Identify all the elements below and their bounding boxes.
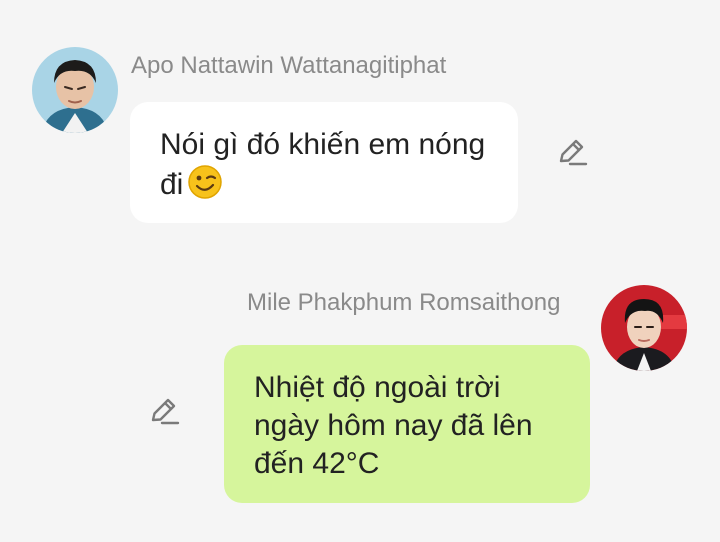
winking-face-emoji: [187, 164, 223, 200]
message-text-outgoing: Nhiệt độ ngoài trời ngày hôm nay đã lên …: [254, 371, 533, 480]
avatar-mile[interactable]: [601, 285, 687, 371]
avatar-apo[interactable]: [32, 47, 118, 133]
pencil-icon[interactable]: [147, 394, 181, 428]
message-bubble-incoming[interactable]: Nói gì đó khiến em nóng đi: [130, 102, 518, 223]
sender-name-apo: Apo Nattawin Wattanagitiphat: [131, 52, 447, 79]
pencil-icon[interactable]: [555, 135, 589, 169]
sender-name-mile: Mile Phakphum Romsaithong: [247, 289, 561, 316]
message-bubble-outgoing[interactable]: Nhiệt độ ngoài trời ngày hôm nay đã lên …: [224, 345, 590, 503]
